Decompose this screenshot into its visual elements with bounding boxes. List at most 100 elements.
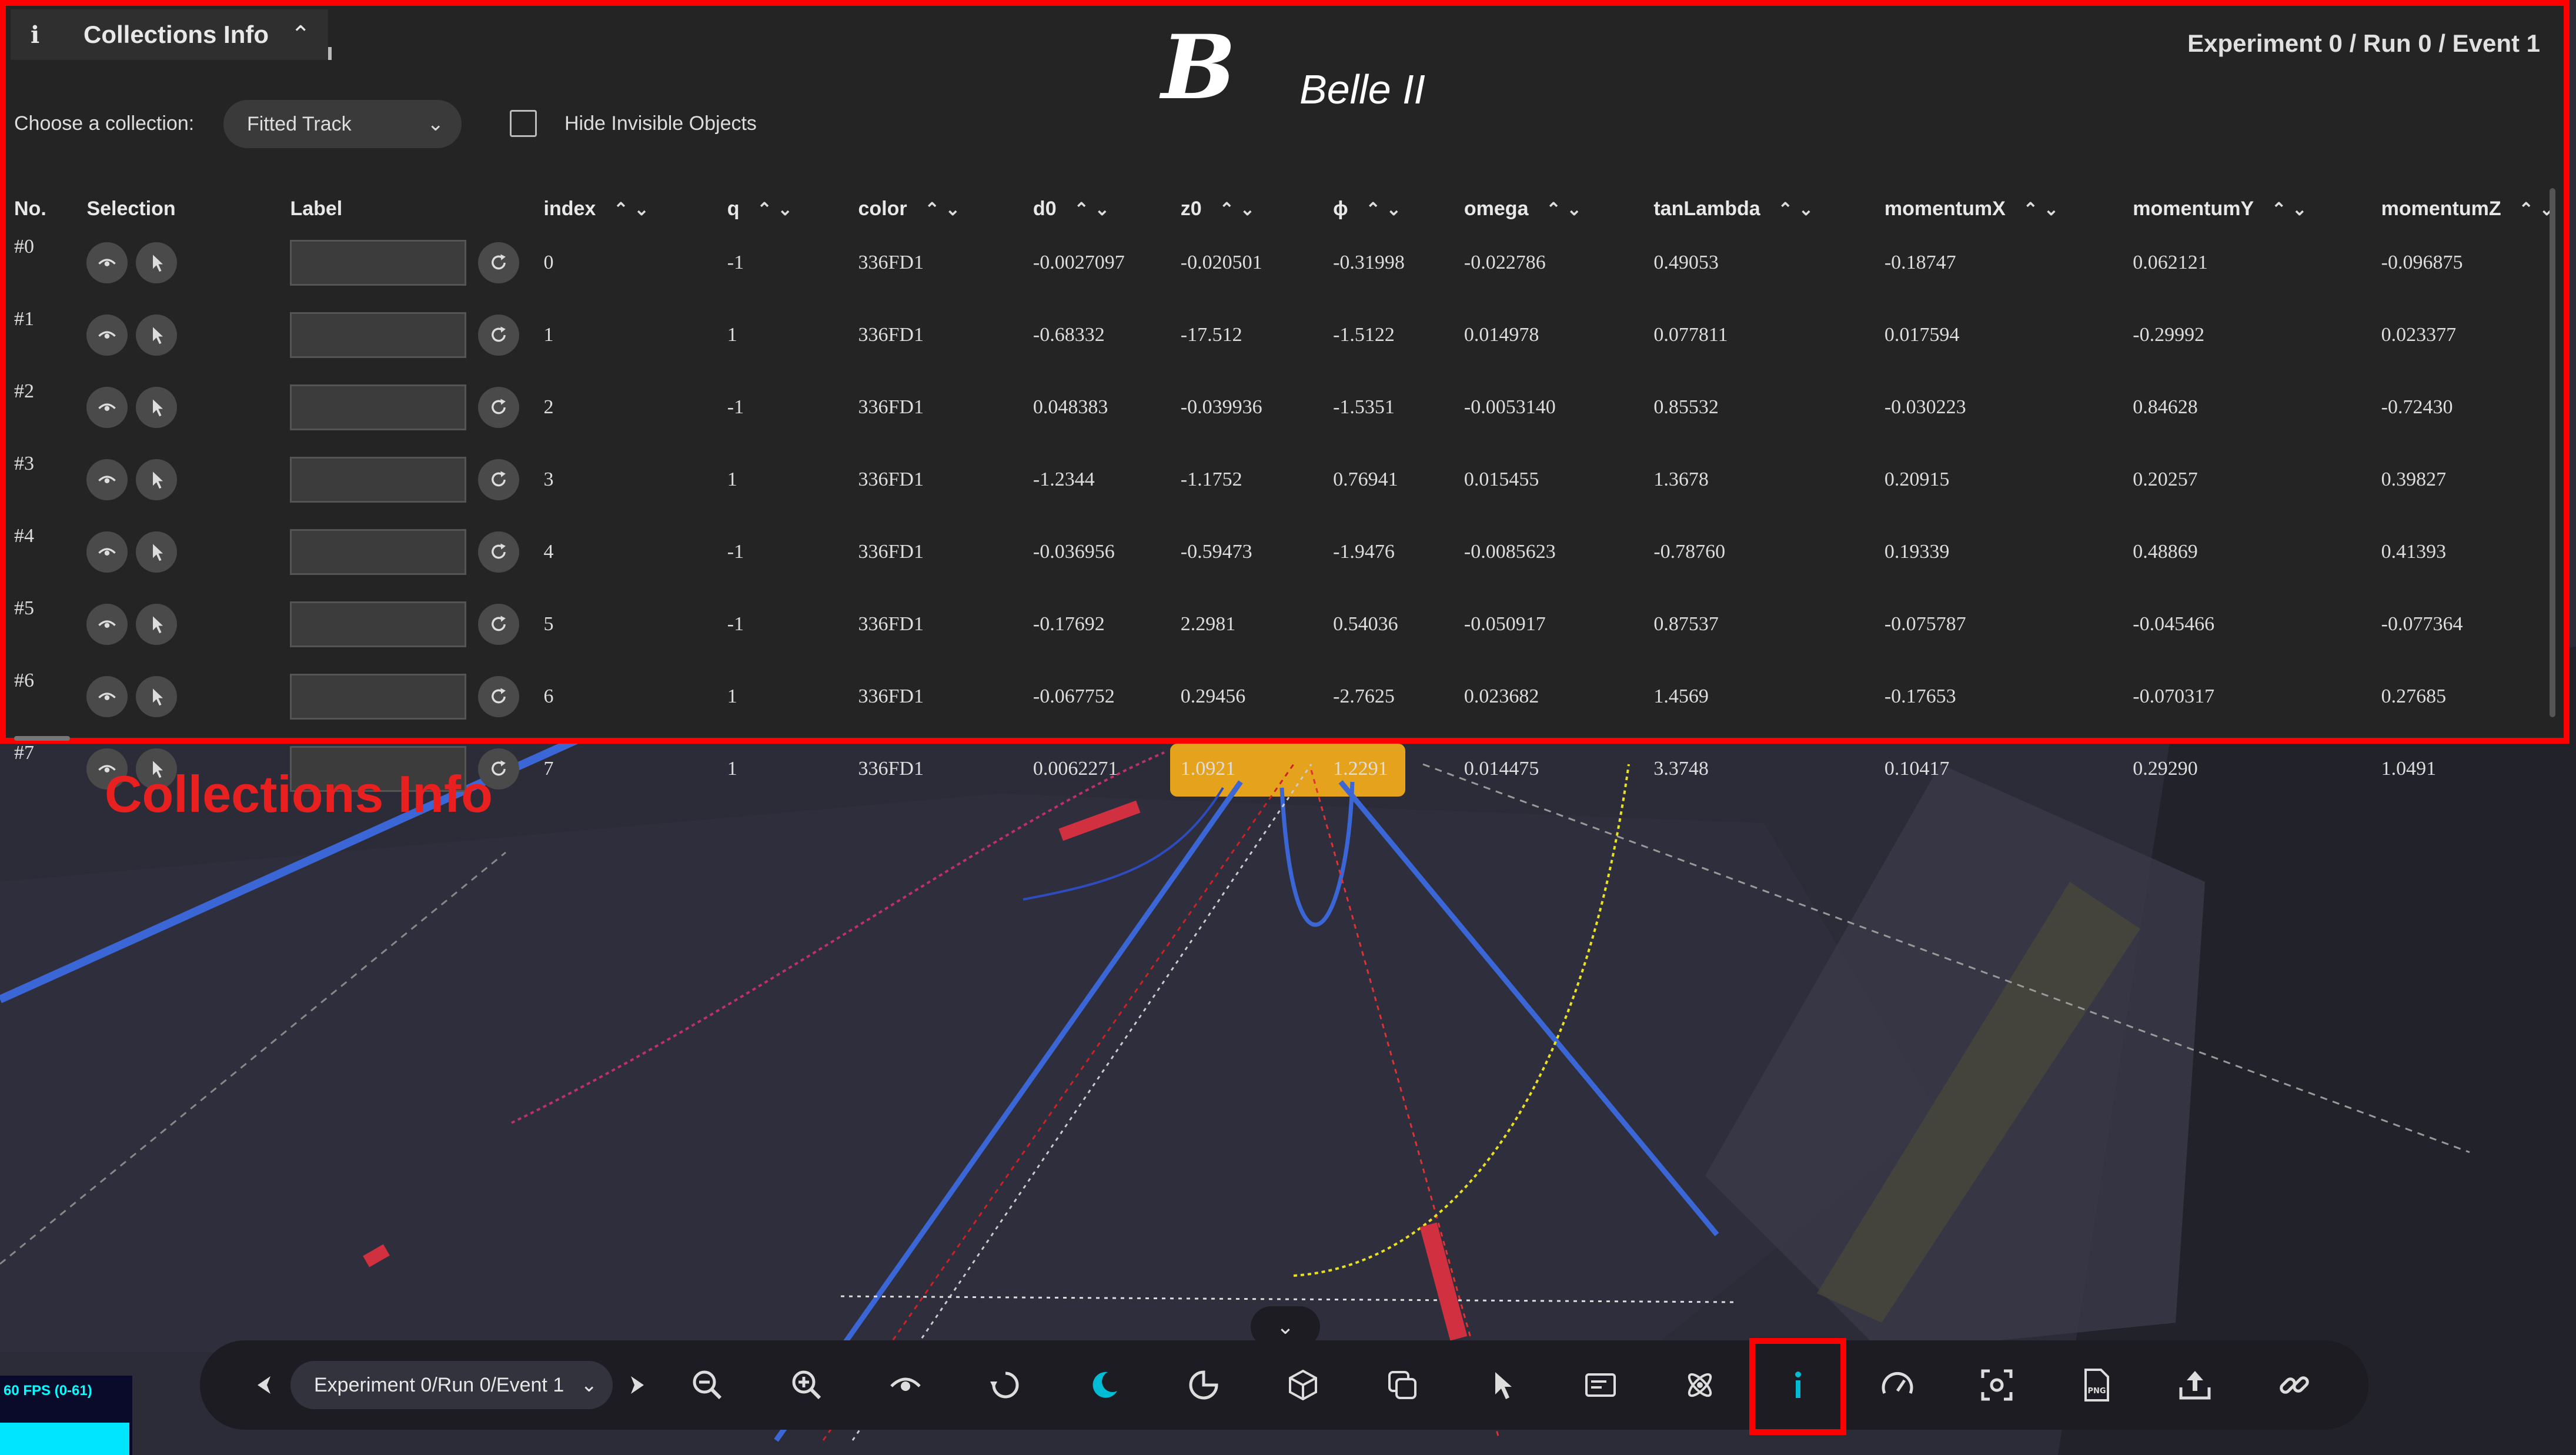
cell-color: 336FD1	[858, 757, 924, 780]
label-input[interactable]	[290, 529, 467, 575]
clipping-button[interactable]	[1174, 1356, 1233, 1414]
cell-z0: -0.59473	[1180, 540, 1252, 563]
col-header-omega[interactable]: omega ⌃⌄	[1464, 191, 1653, 226]
col-header-label-text: color	[858, 197, 907, 220]
cube-icon	[1289, 1369, 1317, 1401]
overlay-view-button[interactable]	[1373, 1356, 1432, 1414]
share-link-button[interactable]	[2265, 1356, 2324, 1414]
horizontal-scrollbar[interactable]	[14, 736, 70, 741]
sort-icon[interactable]: ⌃⌄	[1219, 200, 1261, 219]
performance-button[interactable]	[1868, 1356, 1927, 1414]
cell-z0: -17.512	[1180, 323, 1242, 346]
collections-info-button[interactable]	[1769, 1356, 1827, 1414]
sort-icon[interactable]: ⌃⌄	[1778, 200, 1819, 219]
sort-icon[interactable]: ⌃⌄	[2271, 200, 2313, 219]
cell-d0: -0.036956	[1033, 540, 1115, 563]
resize-handle[interactable]	[328, 47, 332, 60]
cell-mz: 0.41393	[2381, 540, 2447, 563]
col-header-label-text: tanLambda	[1653, 197, 1760, 220]
event-select[interactable]: Experiment 0/Run 0/Event 1 ⌄	[290, 1361, 613, 1409]
export-button[interactable]	[2166, 1356, 2224, 1414]
select-object-button[interactable]	[136, 386, 178, 428]
visibility-toggle-button[interactable]	[86, 675, 128, 717]
col-header-momentumx[interactable]: momentumX ⌃⌄	[1885, 191, 2133, 226]
label-cell	[290, 660, 543, 732]
col-header-d0[interactable]: d0 ⌃⌄	[1033, 191, 1181, 226]
cell-omega: 0.014475	[1464, 757, 1539, 780]
sort-icon[interactable]: ⌃⌄	[1074, 200, 1115, 219]
col-header-momentumz[interactable]: momentumZ ⌃⌄	[2381, 191, 2560, 226]
label-input[interactable]	[290, 456, 467, 503]
cell-phi: 0.54036	[1333, 613, 1398, 635]
cell-q: 1	[727, 468, 737, 490]
visibility-toggle-button[interactable]	[86, 459, 128, 500]
zoom-out-button[interactable]	[678, 1356, 737, 1414]
selection-cell	[86, 226, 290, 299]
label-input[interactable]	[290, 673, 467, 720]
sort-icon[interactable]: ⌃⌄	[757, 200, 798, 219]
label-cell	[290, 226, 543, 299]
select-object-button[interactable]	[136, 459, 178, 500]
row-number: #6	[14, 670, 34, 691]
select-object-button[interactable]	[136, 242, 178, 283]
cell-d0: -0.17692	[1033, 613, 1105, 635]
sort-icon[interactable]: ⌃⌄	[2023, 200, 2064, 219]
dark-theme-button[interactable]	[1075, 1356, 1134, 1414]
cell-my: -0.29992	[2133, 323, 2205, 346]
reset-label-button[interactable]	[478, 603, 520, 645]
col-header-q[interactable]: q ⌃⌄	[727, 191, 858, 226]
reset-label-button[interactable]	[478, 459, 520, 500]
label-input[interactable]	[290, 601, 467, 647]
object-selection-button[interactable]	[1472, 1356, 1531, 1414]
sort-icon[interactable]: ⌃⌄	[613, 200, 654, 219]
visibility-toggle-button[interactable]	[86, 314, 128, 356]
label-input[interactable]	[290, 312, 467, 358]
visibility-toggle-button[interactable]	[86, 603, 128, 645]
reset-label-button[interactable]	[478, 314, 520, 356]
screenshot-button[interactable]	[1967, 1356, 2026, 1414]
prev-arrow-icon	[258, 1376, 270, 1394]
event-data-button[interactable]	[1670, 1356, 1729, 1414]
view-options-button[interactable]	[876, 1356, 935, 1414]
col-header-index[interactable]: index ⌃⌄	[544, 191, 727, 226]
vertical-scrollbar[interactable]	[2550, 188, 2555, 717]
dark-mode-icon	[1092, 1372, 1117, 1398]
col-header-phi[interactable]: ϕ ⌃⌄	[1333, 191, 1464, 226]
choose-collection-label: Choose a collection:	[14, 112, 195, 135]
refresh-icon	[492, 326, 506, 342]
sort-icon[interactable]: ⌃⌄	[1546, 200, 1587, 219]
collection-select[interactable]: Fitted Track ⌄	[223, 100, 462, 148]
refresh-icon	[492, 616, 506, 631]
prev-event-button[interactable]	[235, 1356, 294, 1414]
select-object-button[interactable]	[136, 675, 178, 717]
visibility-toggle-button[interactable]	[86, 242, 128, 283]
reset-label-button[interactable]	[478, 386, 520, 428]
label-input[interactable]	[290, 384, 467, 430]
export-png-button[interactable]: PNG	[2067, 1356, 2126, 1414]
panel-header[interactable]: i Collections Info ⌃	[11, 9, 328, 60]
screenshot-icon	[1981, 1369, 2013, 1401]
label-input[interactable]	[290, 239, 467, 286]
col-header-z0[interactable]: z0 ⌃⌄	[1181, 191, 1333, 226]
sort-icon[interactable]: ⌃⌄	[1366, 200, 1407, 219]
collapse-chevron-icon[interactable]: ⌃	[290, 21, 310, 48]
col-header-color[interactable]: color ⌃⌄	[858, 191, 1033, 226]
reset-label-button[interactable]	[478, 242, 520, 283]
next-event-button[interactable]	[607, 1356, 666, 1414]
info-panel-toggle-button[interactable]	[1571, 1356, 1630, 1414]
sort-icon[interactable]: ⌃⌄	[925, 200, 966, 219]
select-object-button[interactable]	[136, 531, 178, 573]
reset-label-button[interactable]	[478, 675, 520, 717]
auto-rotate-button[interactable]	[976, 1356, 1035, 1414]
geometry-button[interactable]	[1274, 1356, 1332, 1414]
visibility-toggle-button[interactable]	[86, 531, 128, 573]
select-object-button[interactable]	[136, 314, 178, 356]
visibility-toggle-button[interactable]	[86, 386, 128, 428]
hide-invisible-checkbox[interactable]	[510, 110, 537, 137]
collection-select-value: Fitted Track	[247, 112, 352, 135]
zoom-in-button[interactable]	[777, 1356, 836, 1414]
reset-label-button[interactable]	[478, 531, 520, 573]
select-object-button[interactable]	[136, 603, 178, 645]
col-header-tanlambda[interactable]: tanLambda ⌃⌄	[1653, 191, 1885, 226]
col-header-momentumy[interactable]: momentumY ⌃⌄	[2133, 191, 2381, 226]
